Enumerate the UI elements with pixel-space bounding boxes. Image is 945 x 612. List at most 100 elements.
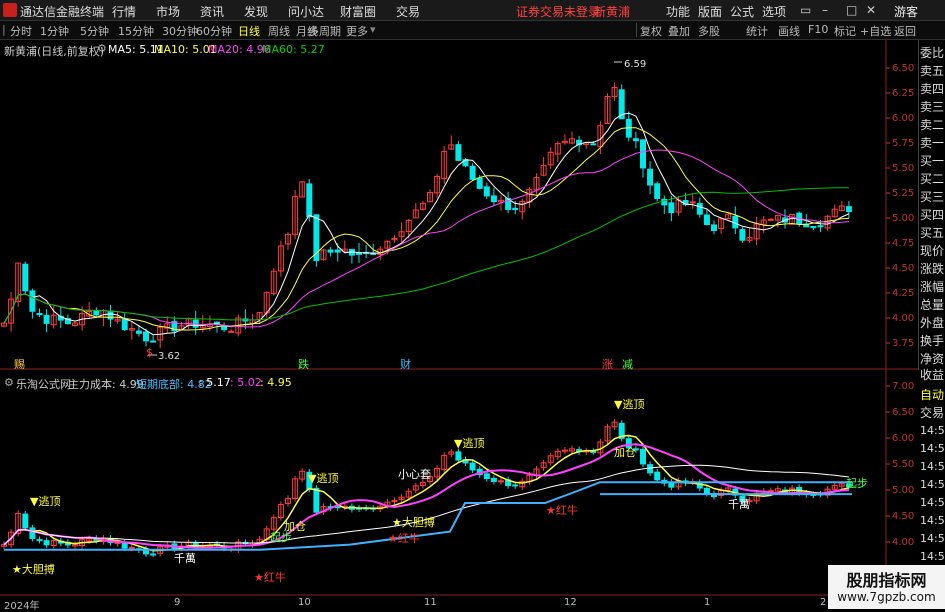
candlestick <box>490 195 497 203</box>
ind-candle <box>512 484 519 487</box>
date-2024: 2024年 <box>4 601 40 612</box>
ind-candle <box>490 478 497 482</box>
date-jan: 1 <box>704 597 711 608</box>
candlestick <box>845 206 852 213</box>
side-sell2[interactable]: 卖二 <box>920 116 945 133</box>
signal-label: 涨 <box>602 358 613 371</box>
red-bull-label: ★红牛 <box>254 570 286 584</box>
side-price[interactable]: 现价 <box>920 242 945 259</box>
ind-candle <box>498 480 504 483</box>
side-buy1[interactable]: 买一 <box>920 152 945 169</box>
candlestick <box>43 314 50 324</box>
ind-candle <box>483 473 490 480</box>
signal-label: 赐 <box>14 358 25 371</box>
main-tick-6.00: 6.00 <box>892 113 915 124</box>
ma5-line <box>3 112 850 336</box>
side-outer[interactable]: 外盘 <box>920 314 945 331</box>
side-net-asset[interactable]: 净资 <box>920 350 945 367</box>
main-tick-6.25: 6.25 <box>892 88 915 99</box>
ind-magenta-line <box>3 443 849 549</box>
side-buy5[interactable]: 买五 <box>920 224 945 241</box>
low-price-label: 3.62 <box>158 351 180 362</box>
side-earnings[interactable]: 收益 <box>920 366 945 383</box>
candlestick <box>306 183 313 218</box>
main-tick-5.50: 5.50 <box>892 163 915 174</box>
side-sell3[interactable]: 卖三 <box>920 98 945 115</box>
ind-tick-7.00: 7.00 <box>892 381 915 392</box>
ind-tick-5.00: 5.00 <box>892 485 915 496</box>
side-sell1[interactable]: 卖一 <box>920 134 945 151</box>
main-tick-3.75: 3.75 <box>892 338 915 349</box>
side-weibi[interactable]: 委比 <box>920 44 945 61</box>
ind-tick-5.50: 5.50 <box>892 459 915 470</box>
candlestick <box>703 214 710 225</box>
ind-candle <box>654 471 661 481</box>
candlestick <box>93 310 100 316</box>
ten-thousand-label: 千萬 <box>174 552 196 565</box>
candlestick <box>739 229 746 241</box>
bold-buy-label: ★大胆搏 <box>12 562 55 576</box>
side-sell5[interactable]: 卖五 <box>920 62 945 79</box>
main-tick-5.75: 5.75 <box>892 138 915 149</box>
candlestick <box>228 330 235 333</box>
ind-candle <box>22 513 29 529</box>
side-buy4[interactable]: 买四 <box>920 206 945 223</box>
candlestick <box>121 318 128 331</box>
ind-candle <box>36 539 43 542</box>
side-trade[interactable]: 交易 <box>920 404 945 421</box>
signal-label: 跌 <box>298 357 309 371</box>
bold-buy-label: ★大胆搏 <box>392 515 435 529</box>
candlestick <box>696 203 703 215</box>
candlestick <box>512 207 519 211</box>
ind-candle <box>150 553 157 556</box>
date-dec: 12 <box>564 597 577 608</box>
candlestick <box>668 202 675 214</box>
add-position-label: 加仓 <box>614 445 636 459</box>
kline-chart[interactable]: 6.59 3.62 赐 $ 跌 财 涨减 ▼逃顶 ▼逃顶 ▼逃顶 ▼逃顶 ★大胆搏 ★大胆搏 ★红牛 ★红牛… <box>0 0 945 609</box>
candlestick <box>632 138 639 142</box>
candlestick <box>455 144 462 161</box>
candlestick <box>647 168 654 186</box>
side-time-1: 14:56 <box>920 424 945 437</box>
ind-candle <box>561 449 568 452</box>
red-bull-label: ★红牛 <box>388 531 420 545</box>
candlestick <box>810 226 817 229</box>
red-bull-label: ★红牛 <box>546 503 578 517</box>
candlestick <box>29 290 36 312</box>
side-change-pct[interactable]: 涨幅 <box>920 278 945 295</box>
side-buy2[interactable]: 买二 <box>920 170 945 187</box>
date-feb: 2 <box>820 597 827 608</box>
candlestick <box>654 183 661 199</box>
ma60-line <box>3 187 849 324</box>
ind-candle <box>647 464 654 474</box>
escape-top-label: ▼逃顶 <box>614 398 644 411</box>
side-buy3[interactable]: 买三 <box>920 188 945 205</box>
candlestick <box>590 143 597 146</box>
ind-yellow-line <box>3 434 850 552</box>
ind-tick-4.50: 4.50 <box>892 511 915 522</box>
side-change[interactable]: 涨跌 <box>920 260 945 277</box>
side-auto[interactable]: 自动 <box>920 386 945 403</box>
careful-trap-label: 小心套 <box>398 468 431 481</box>
ma20-line <box>3 149 849 328</box>
ten-thousand-label: 千萬 <box>728 498 750 511</box>
main-tick-4.75: 4.75 <box>892 238 915 249</box>
candlestick <box>640 139 646 169</box>
ind-candle <box>455 451 462 461</box>
candlestick <box>143 331 149 342</box>
candlestick <box>150 340 157 343</box>
side-turnover[interactable]: 换手 <box>920 332 945 349</box>
escape-top-label: ▼逃顶 <box>308 472 338 485</box>
start-label: 起步 <box>270 531 292 544</box>
main-tick-5.25: 5.25 <box>892 188 915 199</box>
side-volume[interactable]: 总量 <box>920 296 945 313</box>
ind-candle <box>29 527 36 540</box>
candlestick <box>469 165 476 180</box>
side-time-2: 14:56 <box>920 442 945 455</box>
ind-candle <box>640 448 646 465</box>
candlestick <box>483 186 490 197</box>
candlestick <box>767 218 774 221</box>
watermark-url: www.7gpzb.com <box>837 590 936 604</box>
side-sell4[interactable]: 卖四 <box>920 80 945 97</box>
ind-candle <box>121 542 128 549</box>
